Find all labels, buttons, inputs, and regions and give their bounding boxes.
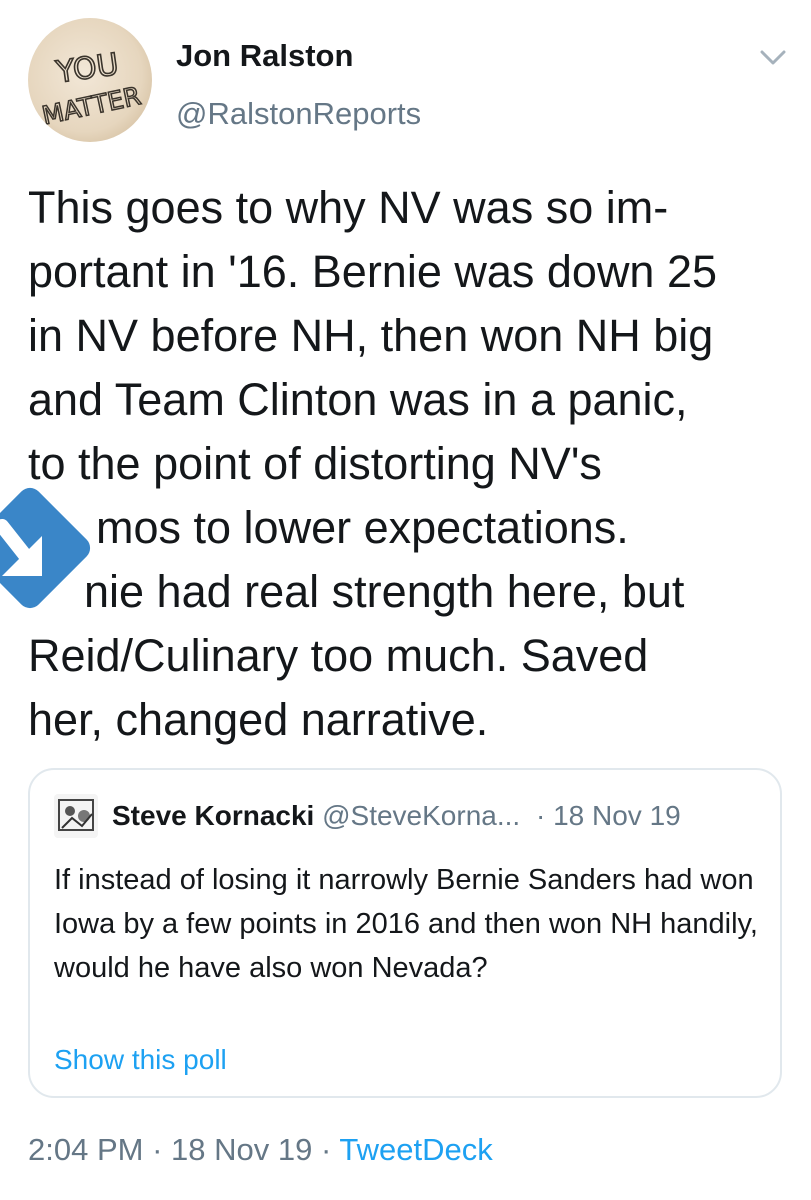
- tweet-line: portant in '16. Bernie was down 25: [28, 246, 718, 297]
- tweet-meta: 2:04 PM · 18 Nov 19 · TweetDeck: [28, 1132, 493, 1168]
- author-avatar[interactable]: YOU MATTER: [28, 18, 152, 142]
- quoted-tweet-header: Steve Kornacki @SteveKorna... · 18 Nov 1…: [112, 800, 681, 832]
- tweet-line: to the point of distorting NV's: [28, 438, 602, 489]
- avatar-sign-image: YOU MATTER: [39, 46, 144, 131]
- avatar-text-matter: MATTER: [39, 81, 143, 130]
- tweet-line: in NV before NH, then won NH big: [28, 310, 714, 361]
- tweet-text: This goes to why NV was so im- portant i…: [28, 176, 798, 752]
- tweet-line: nie had real strength here, but: [84, 566, 685, 617]
- meta-separator: ·: [152, 1132, 163, 1167]
- meta-separator: ·: [320, 1132, 332, 1167]
- tweet-line: her, changed narrative.: [28, 694, 489, 745]
- chevron-down-icon[interactable]: [758, 46, 788, 70]
- tweet-line: mos to lower expectations.: [96, 502, 629, 553]
- quoted-author-avatar: [54, 794, 98, 838]
- quoted-author-name[interactable]: Steve Kornacki: [112, 800, 314, 831]
- tweet-line: This goes to why NV was so im-: [28, 182, 669, 233]
- quoted-separator: ·: [535, 800, 546, 831]
- quoted-author-handle[interactable]: @SteveKorna...: [322, 800, 520, 831]
- show-poll-link[interactable]: Show this poll: [54, 1044, 227, 1076]
- quoted-date: 18 Nov 19: [553, 800, 681, 831]
- download-arrow-icon[interactable]: [0, 474, 94, 626]
- quoted-tweet-card[interactable]: Steve Kornacki @SteveKorna... · 18 Nov 1…: [28, 768, 782, 1098]
- author-handle[interactable]: @RalstonReports: [176, 96, 421, 132]
- tweet-line: and Team Clinton was in a panic,: [28, 374, 688, 425]
- tweet-time: 2:04 PM: [28, 1132, 144, 1167]
- quoted-tweet-text: If instead of losing it narrowly Bernie …: [54, 864, 758, 984]
- tweet-date: 18 Nov 19: [171, 1132, 313, 1167]
- tweet-source-link[interactable]: TweetDeck: [339, 1132, 492, 1167]
- author-name[interactable]: Jon Ralston: [176, 38, 353, 74]
- avatar-text-you: YOU: [53, 47, 121, 90]
- tweet-line: Reid/Culinary too much. Saved: [28, 630, 649, 681]
